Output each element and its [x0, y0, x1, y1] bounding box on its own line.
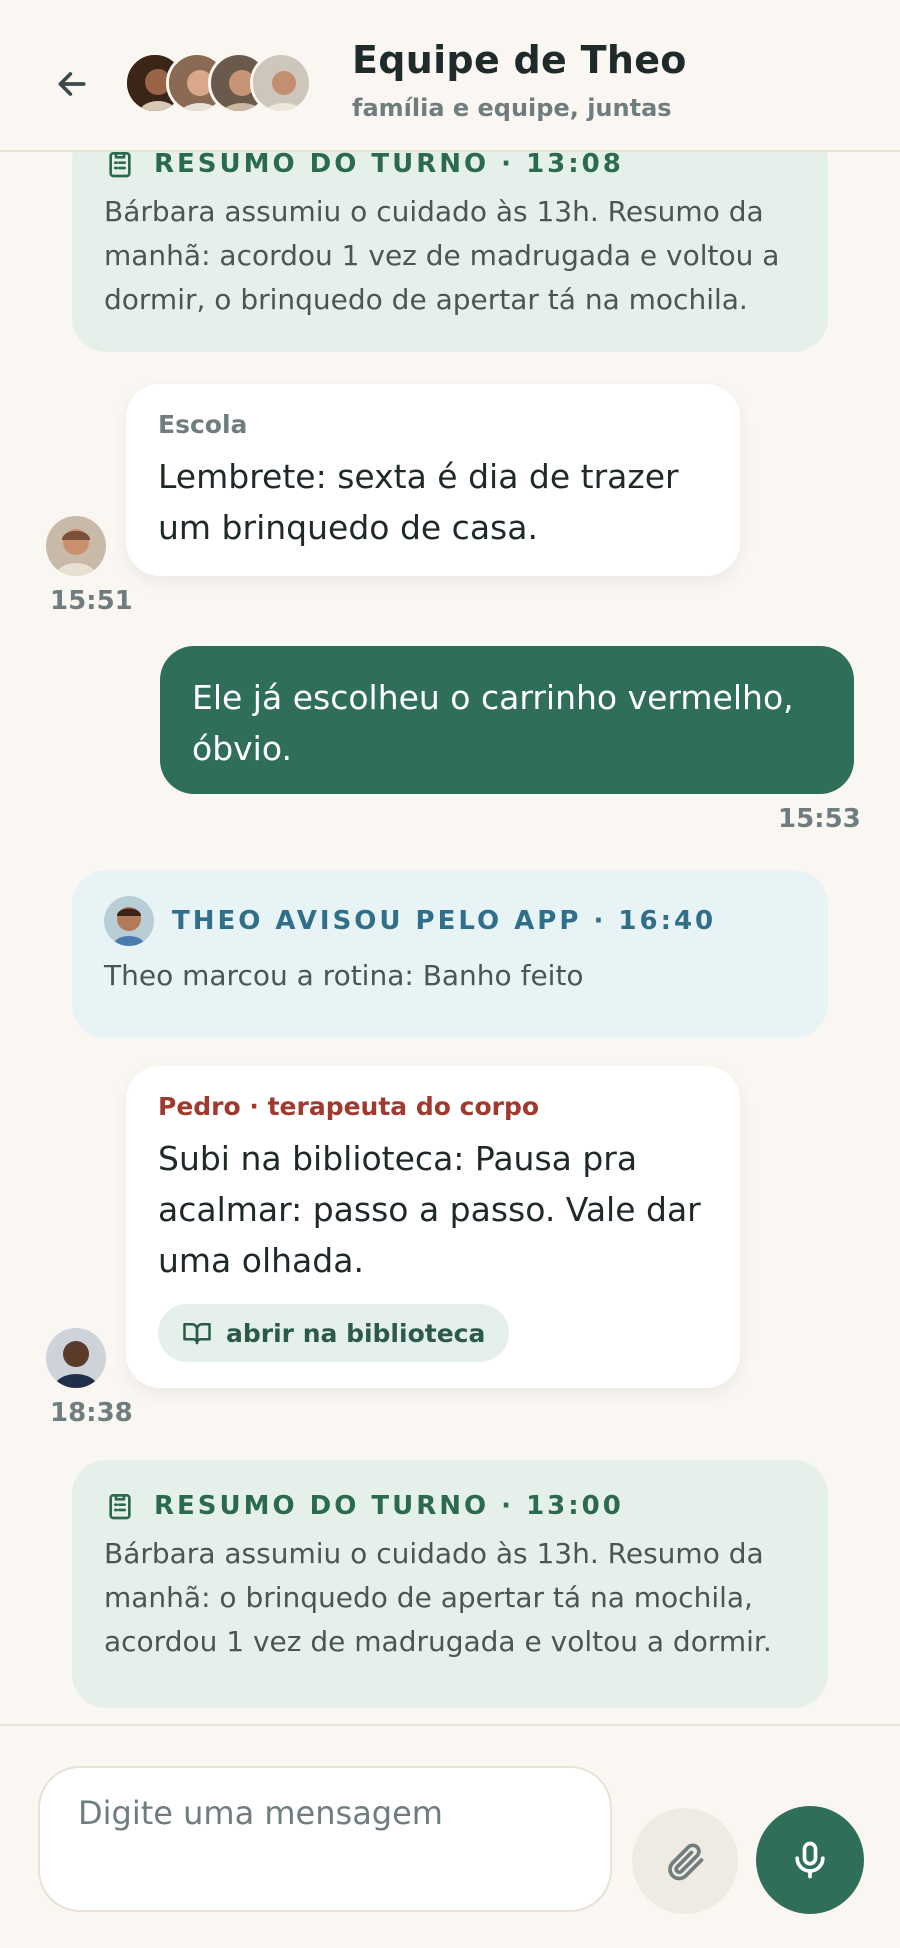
notice-heading: THEO AVISOU PELO APP · 16:40	[172, 906, 717, 936]
message-bubble[interactable]: Escola Lembrete: sexta é dia de trazer u…	[126, 384, 740, 576]
notice-body: Theo marcou a rotina: Banho feito	[104, 959, 584, 992]
message-bubble-outgoing[interactable]: Ele já escolheu o carrinho vermelho, óbv…	[160, 646, 854, 794]
sender-name: Pedro · terapeuta do corpo	[158, 1092, 540, 1121]
summary-heading: RESUMO DO TURNO · 13:00	[154, 1491, 624, 1521]
app-notice-card: THEO AVISOU PELO APP · 16:40 Theo marcou…	[72, 870, 828, 1038]
back-button[interactable]	[40, 52, 104, 116]
chat-header: Equipe de Theo família e equipe, juntas	[0, 0, 900, 152]
message-text: Ele já escolheu o carrinho vermelho, óbv…	[192, 678, 794, 768]
book-icon	[183, 1323, 211, 1345]
message-time: 18:38	[50, 1398, 133, 1428]
microphone-icon	[795, 1841, 825, 1879]
message-bubble[interactable]: Pedro · terapeuta do corpo Subi na bibli…	[126, 1066, 740, 1388]
shift-summary-card: RESUMO DO TURNO · 13:08 Bárbara assumiu …	[72, 152, 828, 352]
clipboard-icon	[109, 1494, 131, 1520]
summary-body: Bárbara assumiu o cuidado às 13h. Resumo…	[104, 195, 780, 316]
shift-summary-card: RESUMO DO TURNO · 13:00 Bárbara assumiu …	[72, 1460, 828, 1708]
attach-button[interactable]	[632, 1808, 738, 1914]
page-title[interactable]: Equipe de Theo	[352, 38, 687, 82]
paperclip-icon	[668, 1843, 704, 1881]
message-time: 15:51	[50, 586, 133, 616]
clipboard-icon	[109, 152, 131, 178]
arrow-left-icon	[58, 72, 86, 96]
avatar[interactable]	[46, 1328, 106, 1388]
avatar	[250, 52, 312, 114]
sender-name: Escola	[158, 410, 248, 439]
message-time: 15:53	[778, 804, 861, 834]
avatar[interactable]	[46, 516, 106, 576]
mic-button[interactable]	[756, 1806, 864, 1914]
avatar	[104, 896, 154, 946]
summary-body: Bárbara assumiu o cuidado às 13h. Resumo…	[104, 1537, 772, 1658]
group-avatars[interactable]	[124, 52, 314, 114]
summary-heading: RESUMO DO TURNO · 13:08	[154, 152, 624, 179]
message-input[interactable]: Digite uma mensagem	[38, 1766, 612, 1912]
open-library-button[interactable]: abrir na biblioteca	[158, 1304, 510, 1362]
open-library-label: abrir na biblioteca	[226, 1318, 486, 1348]
message-list[interactable]: RESUMO DO TURNO · 13:08 Bárbara assumiu …	[0, 152, 900, 1724]
message-text: Subi na biblioteca: Pausa pra acalmar: p…	[158, 1139, 701, 1280]
composer: Digite uma mensagem	[0, 1724, 900, 1948]
group-subtitle: família e equipe, juntas	[352, 94, 672, 122]
message-text: Lembrete: sexta é dia de trazer um brinq…	[158, 457, 679, 547]
